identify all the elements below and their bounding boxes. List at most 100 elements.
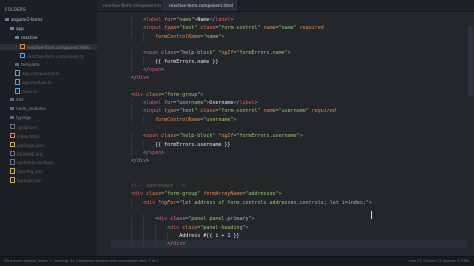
- tree-item-label: main.ts: [22, 89, 38, 95]
- tab-reactive-form-component-html[interactable]: reactive-form.component.html ×: [163, 0, 237, 11]
- code-line[interactable]: <label for="username">Username</label>: [119, 99, 257, 107]
- tree-item[interactable]: reactive: [0, 35, 97, 42]
- code-line[interactable]: <div *ngFor="let address of form.control…: [119, 199, 372, 207]
- tree-item-label: index.html: [17, 133, 39, 139]
- tab-reactive-form-component-ts[interactable]: reactive-form.component.ts: [97, 0, 163, 11]
- tree-item-label: app.module.ts: [22, 80, 52, 86]
- code-token: >: [161, 66, 165, 73]
- tree-item[interactable]: typings: [0, 115, 97, 122]
- scrollbar-track[interactable]: [466, 12, 474, 257]
- code-line[interactable]: </span>: [119, 149, 164, 157]
- code-line[interactable]: <div class="form-group" formArrayName="a…: [119, 190, 282, 198]
- code-line[interactable]: <div class="panel-heading">: [119, 224, 248, 232]
- file-icon: [10, 177, 15, 183]
- tree-item[interactable]: reactive-form.component.html: [0, 43, 97, 51]
- code-token: formControlName: [155, 33, 201, 40]
- tree-item[interactable]: node_modules: [0, 106, 97, 113]
- tree-item[interactable]: typings.json: [0, 177, 97, 184]
- folder-icon: [10, 107, 14, 111]
- code-token: >: [278, 191, 282, 198]
- folder-icon: [10, 116, 14, 120]
- code-token: label: [146, 17, 162, 23]
- tree-item-label: package.json: [17, 142, 44, 148]
- code-token: "text": [179, 25, 198, 32]
- code-line[interactable]: Address #{{ i + 1 }}: [119, 232, 239, 240]
- code-line[interactable]: <label for="name">Name</label>: [119, 16, 233, 24]
- indent-guide: [131, 49, 132, 58]
- file-icon: [10, 168, 15, 174]
- tree-item[interactable]: main.ts: [0, 88, 97, 95]
- indent-guide: [131, 215, 132, 224]
- tree-item[interactable]: index.html: [0, 132, 97, 140]
- tree-item[interactable]: README.md: [0, 150, 97, 158]
- code-line[interactable]: <div class="form-group">: [119, 91, 203, 99]
- code-token: label: [146, 100, 162, 106]
- tree-item-label: template: [21, 61, 40, 67]
- code-line[interactable]: </div>: [119, 74, 149, 82]
- code-token: input: [146, 25, 162, 32]
- code-token: class: [161, 133, 177, 140]
- code-token: "panel panel-primary": [188, 216, 252, 223]
- code-token: "formErrors.username": [236, 133, 300, 140]
- code-line[interactable]: <div class="panel panel-primary">: [119, 215, 254, 223]
- scrollbar-thumb[interactable]: [468, 26, 473, 96]
- folder-open-icon: [15, 36, 19, 40]
- code-line[interactable]: </span>: [119, 66, 164, 74]
- tree-item-label: reactive-form.component.html: [27, 44, 90, 50]
- code-line[interactable]: formControlName="username">: [119, 116, 236, 124]
- code-token: type: [164, 25, 177, 32]
- code-token: div: [146, 199, 156, 206]
- code-token: div: [173, 241, 183, 248]
- tab-bar: reactive-form.component.ts reactive-form…: [97, 0, 474, 12]
- code-line[interactable]: <input type="text" class="form-control" …: [119, 24, 324, 32]
- code-line[interactable]: <span class="help-block" *ngIf="formErro…: [119, 49, 291, 57]
- code-token: "panel-heading": [200, 224, 246, 231]
- code-line[interactable]: </div>: [119, 157, 149, 165]
- tree-item[interactable]: app.module.ts: [0, 79, 97, 86]
- tree-item[interactable]: dist: [0, 97, 97, 104]
- tree-item[interactable]: app.component.ts: [0, 70, 97, 77]
- tree-item[interactable]: template: [0, 61, 97, 69]
- file-icon: [10, 132, 15, 139]
- code-token: Username: [209, 100, 234, 106]
- code-token: "form-group": [164, 91, 201, 98]
- sidebar: FOLDERS angular2-forms app reactive reactiv…: [0, 0, 98, 257]
- code-token: <!-- addresses -->: [131, 183, 186, 189]
- code-line[interactable]: </div>: [111, 240, 466, 249]
- code-line[interactable]: {{ formErrors.username }}: [119, 141, 230, 149]
- code-token: "help-block": [179, 50, 216, 57]
- code-editor[interactable]: <label for="name">Name</label> <input ty…: [97, 12, 466, 257]
- tree-item[interactable]: tsconfig.json: [0, 168, 97, 175]
- tree-item[interactable]: app: [0, 26, 97, 33]
- indent-guide: [167, 231, 168, 241]
- file-icon: [10, 159, 15, 165]
- code-token: formControlName: [155, 116, 201, 123]
- code-line[interactable]: <!-- addresses -->: [119, 182, 185, 190]
- sidebar-title: FOLDERS: [5, 7, 26, 12]
- code-token: *ngIf: [218, 50, 234, 57]
- tree-item[interactable]: systemjs.config.js: [0, 159, 97, 166]
- code-line[interactable]: <span class="help-block" *ngIf="formErro…: [119, 132, 303, 140]
- indent-guide: [131, 240, 132, 249]
- tree-item[interactable]: package.json: [0, 141, 97, 149]
- tree-item[interactable]: .gitignore: [0, 123, 97, 131]
- code-token: div: [137, 75, 147, 82]
- indent-guide: [131, 148, 132, 158]
- code-token: >: [182, 241, 186, 248]
- code-line[interactable]: formControlName="name">: [119, 33, 224, 41]
- code-token: "username": [278, 108, 309, 115]
- code-token: div: [134, 191, 144, 198]
- code-token: required: [311, 108, 336, 115]
- code-token: >: [368, 199, 372, 206]
- code-token: name: [263, 108, 276, 115]
- code-line[interactable]: <input type="text" class="form-control" …: [119, 107, 336, 115]
- code-line[interactable]: {{ formErrors.name }}: [119, 58, 218, 66]
- tree-item[interactable]: reactive-form.component.ts: [0, 52, 97, 60]
- tree-item[interactable]: angular2-forms: [0, 17, 97, 24]
- code-token: "formErrors.name": [236, 50, 288, 57]
